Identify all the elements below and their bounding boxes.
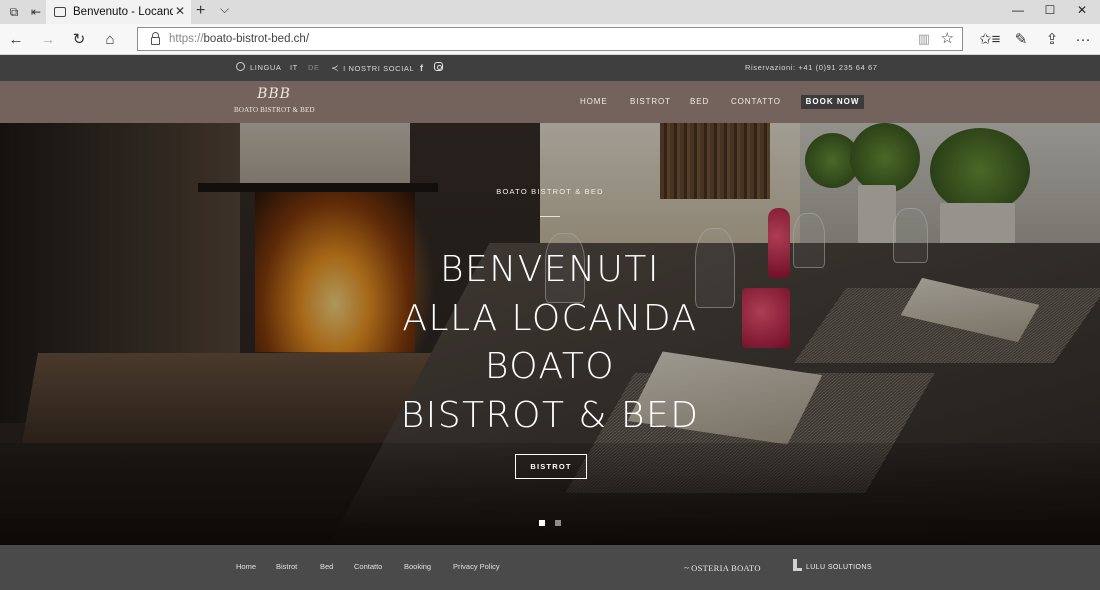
footer-link-bistrot[interactable]: Bistrot <box>276 545 297 589</box>
nav-contatto[interactable]: CONTATTO <box>731 81 781 123</box>
site-top-bar: LINGUA IT DE ≺ I NOSTRI SOCIAL f Riservaz… <box>0 55 1100 81</box>
hero-content: BOATO BISTROT & BED BENVENUTI ALLA LOCAN… <box>0 123 1100 545</box>
hero-title-line: BOATO <box>484 346 616 387</box>
share-icon[interactable]: ⇪ <box>1042 30 1062 50</box>
reservations-phone[interactable]: Riservazioni: +41 (0)91 235 64 67 <box>745 55 878 81</box>
tab-title: Benvenuto - Locanda Bo <box>73 6 173 18</box>
hero-title-line: ALLA LOCANDA <box>402 297 698 339</box>
site-logo[interactable]: BBB BOATO BISTROT & BED <box>234 85 315 114</box>
set-aside-tabs-icon[interactable]: ⧉ <box>6 4 22 20</box>
hub-favorites-icon[interactable]: ✩≡ <box>979 30 1000 50</box>
tab-close-icon[interactable]: ✕ <box>175 4 185 18</box>
home-icon[interactable]: ⌂ <box>100 30 120 50</box>
osteria-boato-logo[interactable]: ~ OSTERIA BOATO <box>684 545 761 590</box>
footer-link-contatto[interactable]: Contatto <box>354 545 382 589</box>
social-label: I NOSTRI SOCIAL <box>343 64 415 73</box>
browser-nav-bar: ← → ↻ ⌂ https://boato-bistrot-bed.ch/ ▥ … <box>0 24 1100 55</box>
nav-home[interactable]: HOME <box>580 81 608 123</box>
browser-tab-bar: ⧉ ⇤ Benvenuto - Locanda Bo ✕ + ⌵ — ☐ ✕ <box>0 0 1100 24</box>
hero-divider <box>540 216 560 217</box>
instagram-link[interactable] <box>434 55 443 81</box>
slider-dot-2[interactable] <box>555 520 561 526</box>
share-nodes-icon: ≺ <box>331 63 340 73</box>
footer-link-bed[interactable]: Bed <box>320 545 333 589</box>
web-notes-pen-icon[interactable]: ✎ <box>1011 30 1031 50</box>
osteria-swirl-icon: ~ <box>684 563 690 573</box>
site-header: BBB BOATO BISTROT & BED HOME BISTROT BED… <box>0 81 1100 123</box>
new-tab-button[interactable]: + <box>196 2 205 20</box>
refresh-icon[interactable]: ↻ <box>69 30 89 50</box>
tabs-aside-icon[interactable]: ⇤ <box>28 4 44 20</box>
osteria-logo-text: OSTERIA BOATO <box>691 563 761 573</box>
footer-link-booking[interactable]: Booking <box>404 545 431 589</box>
globe-icon <box>236 62 245 71</box>
lang-de-link[interactable]: DE <box>308 55 320 81</box>
lulu-mark-icon <box>793 559 802 571</box>
more-menu-icon[interactable]: ··· <box>1073 30 1093 50</box>
slider-dot-1[interactable] <box>539 520 545 526</box>
maximize-button[interactable]: ☐ <box>1035 3 1065 17</box>
lock-icon <box>151 32 160 45</box>
hero-bistrot-button[interactable]: BISTROT <box>515 454 587 479</box>
logo-monogram: BBB <box>257 86 291 102</box>
lang-it-link[interactable]: IT <box>290 55 298 81</box>
social-label-group: ≺ I NOSTRI SOCIAL <box>331 55 414 82</box>
language-switcher: LINGUA <box>236 55 282 81</box>
url-text[interactable]: https://boato-bistrot-bed.ch/ <box>169 33 309 45</box>
language-label: LINGUA <box>250 63 282 72</box>
tab-previews-chevron-icon[interactable]: ⌵ <box>220 2 229 17</box>
hero-slider: BOATO BISTROT & BED BENVENUTI ALLA LOCAN… <box>0 123 1100 545</box>
browser-tab-active[interactable]: Benvenuto - Locanda Bo ✕ <box>46 0 191 24</box>
hero-title: BENVENUTI ALLA LOCANDA BOATO BISTROT & B… <box>0 246 1100 440</box>
hero-title-line: BENVENUTI <box>439 249 660 290</box>
nav-bed[interactable]: BED <box>690 81 709 123</box>
hero-title-line: BISTROT & BED <box>400 394 700 436</box>
favorite-star-icon[interactable]: ☆ <box>941 29 954 47</box>
lulu-logo-text: LULU SOLUTIONS <box>806 564 872 571</box>
nav-bistrot[interactable]: BISTROT <box>630 81 671 123</box>
logo-wordmark: BOATO BISTROT & BED <box>234 106 315 114</box>
back-arrow-icon[interactable]: ← <box>6 30 26 50</box>
hero-subtitle: BOATO BISTROT & BED <box>496 187 604 196</box>
minimize-button[interactable]: — <box>1003 3 1033 17</box>
facebook-icon[interactable]: f <box>420 55 424 81</box>
instagram-icon <box>434 62 443 71</box>
forward-arrow-icon[interactable]: → <box>38 30 58 50</box>
footer-link-home[interactable]: Home <box>236 545 256 589</box>
address-bar[interactable]: https://boato-bistrot-bed.ch/ ▥ ☆ <box>137 27 963 51</box>
footer-link-privacy-policy[interactable]: Privacy Policy <box>453 545 500 589</box>
reading-view-icon[interactable]: ▥ <box>918 31 930 47</box>
site-footer: Home Bistrot Bed Contatto Booking Privac… <box>0 545 1100 590</box>
close-window-button[interactable]: ✕ <box>1067 3 1097 17</box>
book-now-button[interactable]: BOOK NOW <box>801 95 864 109</box>
page-favicon-icon <box>54 7 66 17</box>
lulu-solutions-logo[interactable]: LULU SOLUTIONS <box>793 545 872 590</box>
